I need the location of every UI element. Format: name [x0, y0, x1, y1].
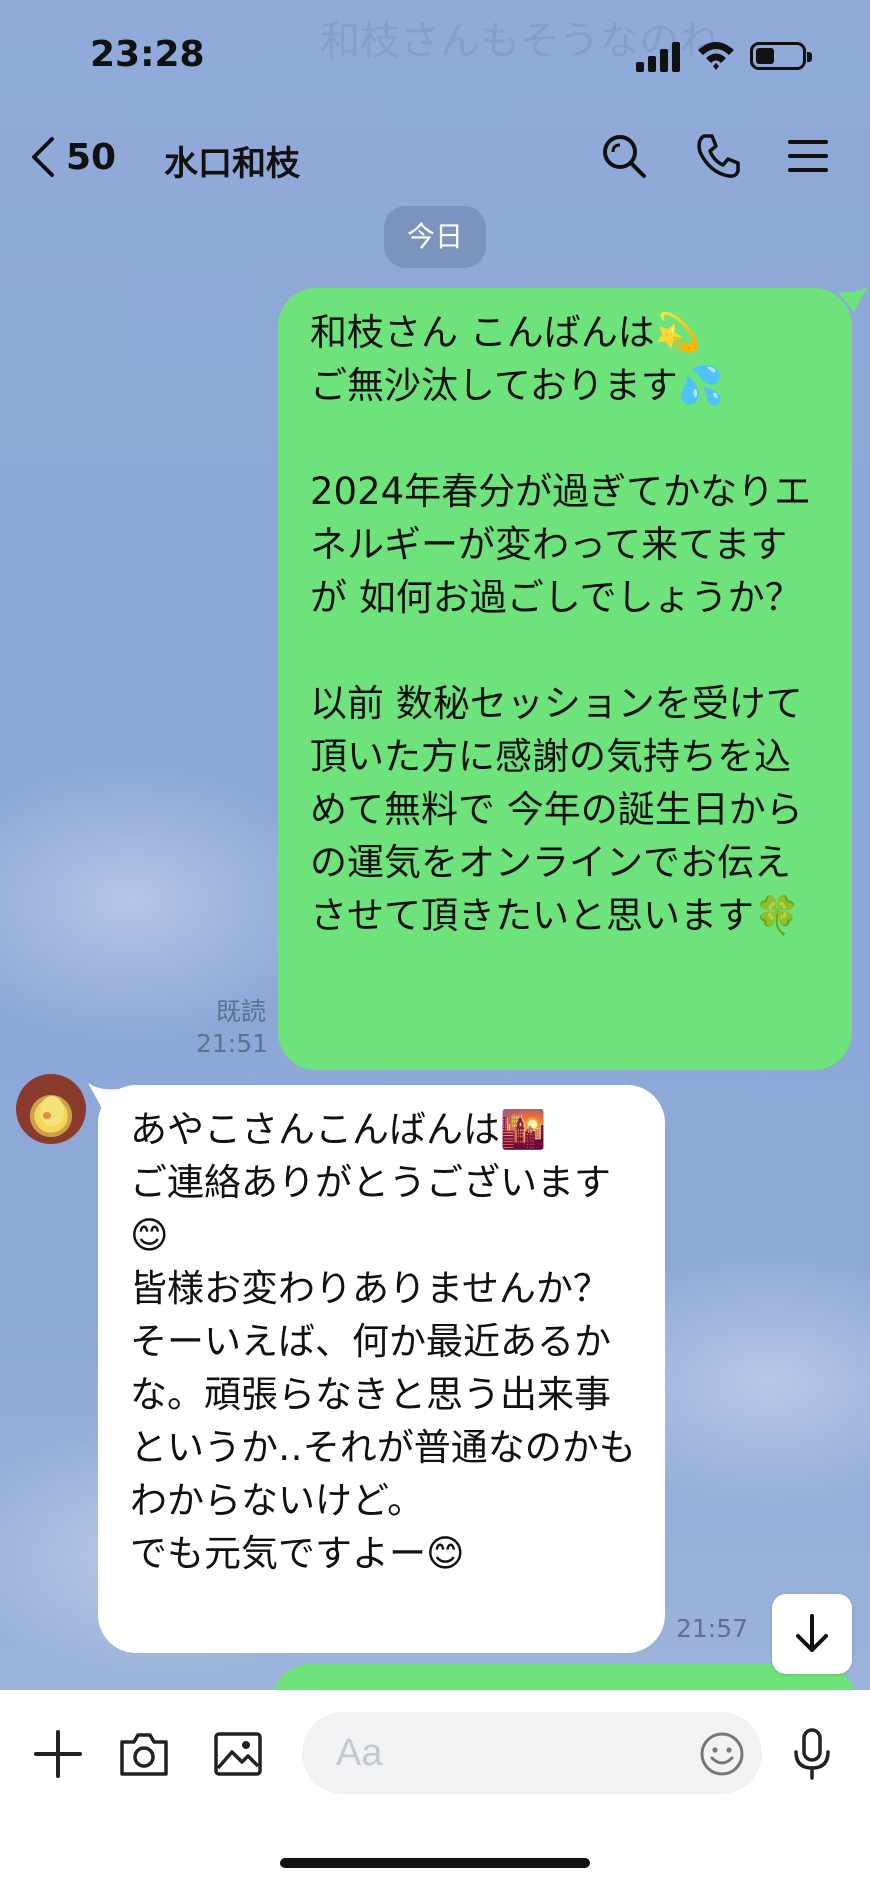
- home-indicator: [280, 1858, 590, 1868]
- image-icon[interactable]: [210, 1726, 266, 1782]
- chat-title: 水口和枝: [164, 144, 300, 184]
- outgoing-message-bubble[interactable]: 和枝さん こんばんは💫 ご無沙汰しております💦 2024年春分が過ぎてかなりエネ…: [278, 288, 852, 1070]
- message-time: 21:51: [196, 1029, 269, 1058]
- status-time: 23:28: [90, 34, 205, 75]
- status-bar: 23:28: [0, 0, 870, 110]
- date-separator: 今日: [384, 206, 486, 268]
- battery-icon: [750, 42, 812, 70]
- message-input-bar: [0, 1690, 870, 1882]
- plus-icon[interactable]: [30, 1726, 86, 1782]
- scroll-to-bottom-button[interactable]: [772, 1594, 852, 1674]
- cellular-signal-icon: [636, 42, 680, 72]
- chat-header: 50 水口和枝: [0, 110, 870, 200]
- emoji-icon[interactable]: [698, 1730, 746, 1778]
- wifi-icon: [698, 42, 734, 70]
- camera-icon[interactable]: [116, 1726, 172, 1782]
- phone-call-icon[interactable]: [692, 130, 744, 182]
- unread-count: 50: [66, 136, 117, 178]
- message-input[interactable]: [302, 1712, 762, 1794]
- chat-screen: 和枝さんもそうなのね 23:28 50 水口和枝 今日 和枝さん こんばんは💫 …: [0, 0, 870, 1882]
- incoming-message-bubble[interactable]: あやこさんこんばんは🌇 ご連絡ありがとうございます😊 皆様お変わりありませんか？…: [98, 1085, 665, 1653]
- menu-icon[interactable]: [782, 130, 834, 182]
- avatar[interactable]: [16, 1074, 86, 1144]
- back-button[interactable]: 50: [28, 132, 116, 182]
- search-icon[interactable]: [598, 130, 650, 182]
- chevron-left-icon: [32, 137, 54, 177]
- message-meta: 既読 21:51: [196, 996, 269, 1060]
- read-receipt: 既読: [215, 997, 266, 1026]
- microphone-icon[interactable]: [784, 1726, 840, 1782]
- message-time: 21:57: [676, 1614, 749, 1643]
- arrow-down-icon: [796, 1614, 828, 1652]
